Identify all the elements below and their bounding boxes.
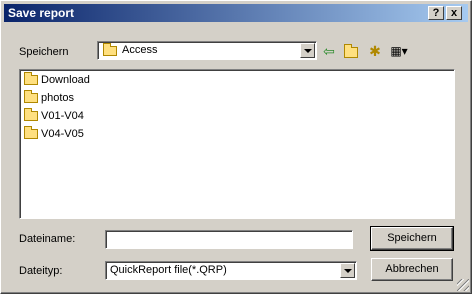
window-title: Save report bbox=[8, 6, 75, 20]
back-arrow-icon[interactable]: ⇦ bbox=[319, 43, 339, 59]
help-button[interactable]: ? bbox=[428, 6, 444, 20]
filetype-value: QuickReport file(*.QRP) bbox=[110, 264, 227, 276]
chevron-down-icon[interactable] bbox=[300, 43, 315, 58]
cancel-button[interactable]: Abbrechen bbox=[371, 258, 453, 281]
filename-label: Dateiname: bbox=[19, 233, 76, 245]
list-item[interactable]: V01-V04 bbox=[24, 108, 84, 124]
new-folder-icon[interactable]: ✱ bbox=[365, 43, 385, 59]
folder-icon bbox=[103, 43, 117, 57]
list-item[interactable]: photos bbox=[24, 90, 74, 106]
resize-grip-icon[interactable] bbox=[457, 279, 469, 291]
list-item[interactable]: Download bbox=[24, 72, 90, 88]
folder-icon bbox=[24, 72, 38, 86]
save-report-dialog: Save report ? x Speichern Access ⇦ ✱ ▦▾ … bbox=[0, 0, 472, 294]
file-list[interactable]: Download photos V01-V04 V04-V05 bbox=[19, 69, 455, 219]
folder-icon bbox=[24, 90, 38, 104]
up-folder-icon[interactable] bbox=[341, 43, 361, 59]
folder-icon bbox=[24, 108, 38, 122]
filename-input[interactable] bbox=[105, 230, 353, 249]
save-in-label: Speichern bbox=[19, 46, 69, 58]
filetype-label: Dateityp: bbox=[19, 265, 63, 277]
save-in-dropdown[interactable]: Access bbox=[97, 41, 317, 60]
chevron-down-icon[interactable] bbox=[340, 263, 355, 278]
current-folder: Access bbox=[122, 44, 158, 56]
folder-icon bbox=[24, 126, 38, 140]
close-button[interactable]: x bbox=[446, 6, 462, 20]
view-menu-icon[interactable]: ▦▾ bbox=[389, 43, 409, 59]
list-item[interactable]: V04-V05 bbox=[24, 126, 84, 142]
title-bar[interactable]: Save report ? x bbox=[4, 4, 468, 22]
save-button[interactable]: Speichern bbox=[370, 226, 454, 251]
filetype-dropdown[interactable]: QuickReport file(*.QRP) bbox=[105, 261, 357, 280]
